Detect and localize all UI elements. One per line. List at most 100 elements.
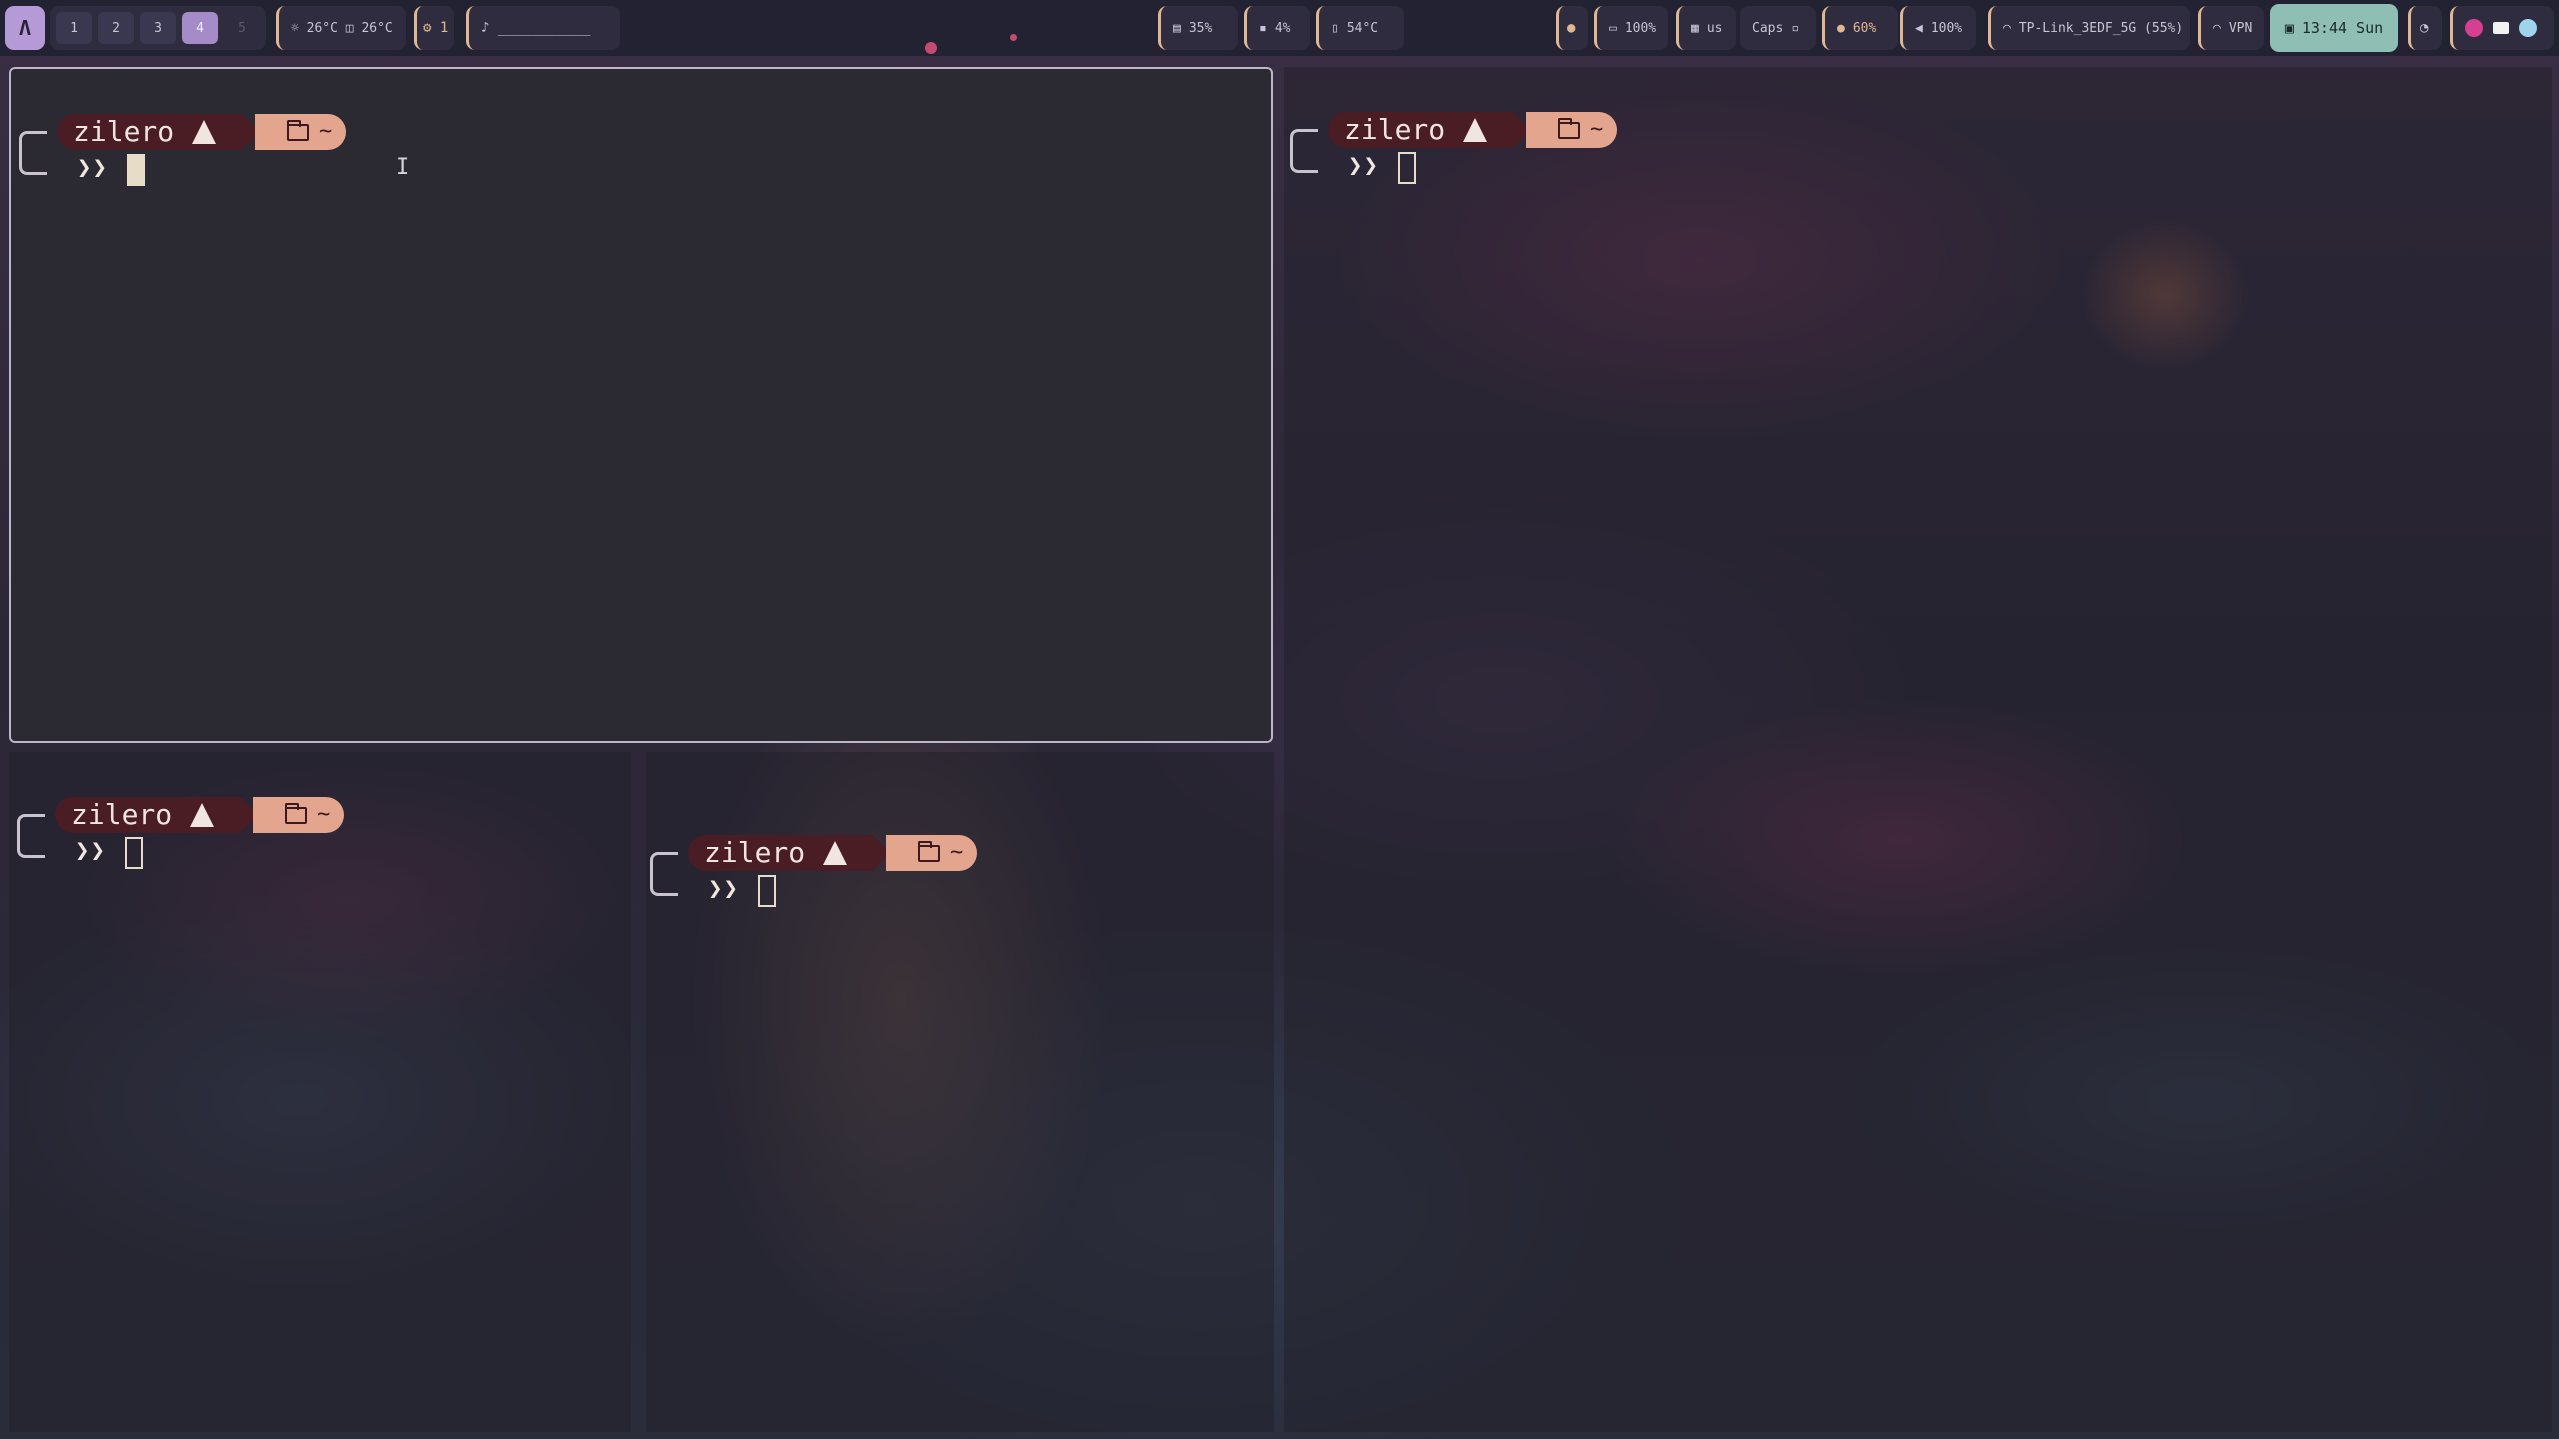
arch-logo-icon: Λ	[18, 16, 32, 40]
text-cursor	[758, 875, 776, 907]
prompt-directory: ~	[950, 840, 964, 865]
thermometer-icon: ▯	[1331, 20, 1339, 36]
notifications-widget[interactable]: ◔	[2408, 6, 2442, 50]
memory-value: 35%	[1188, 20, 1213, 36]
lock-icon: ▫	[1791, 20, 1800, 36]
battery-icon: ▭	[1609, 20, 1617, 36]
network-icon: ◠	[2213, 20, 2221, 36]
settings-tray-icon[interactable]	[2519, 19, 2537, 37]
text-cursor	[127, 154, 145, 186]
terminal-window-bottom-middle[interactable]: zilero ~ ❯❯	[646, 752, 1274, 1432]
keyboard-layout-widget[interactable]: ▦ us	[1676, 6, 1736, 50]
keyboard-layout-value: us	[1706, 20, 1723, 36]
prompt-directory: ~	[1590, 117, 1604, 142]
top-bar: Λ 1 2 3 4 5 ☼ 26°C ◫ 26°C ⚙ 1 ♪ ________…	[0, 0, 2559, 56]
workspace-4[interactable]: 4	[182, 12, 218, 44]
updates-count: ⚙ 1	[423, 20, 449, 36]
discord-tray-icon[interactable]	[2465, 19, 2483, 37]
volume-value: 100%	[1930, 20, 1963, 36]
terminal-window-right[interactable]: zilero ~ ❯❯	[1284, 67, 2552, 1432]
prompt-bracket	[650, 852, 678, 896]
prompt-directory: ~	[319, 119, 333, 144]
prompt-username: zilero	[71, 798, 173, 831]
wallpaper-dot	[925, 42, 937, 54]
prompt-dir-segment: ~	[255, 114, 347, 150]
brightness-widget[interactable]: ● 60%	[1822, 6, 1898, 50]
arch-logo-icon	[1463, 118, 1488, 142]
brightness-value: 60%	[1852, 20, 1877, 36]
prompt-user-segment: zilero	[57, 114, 261, 150]
vpn-label: VPN	[2228, 20, 2253, 36]
idle-inhibitor-widget[interactable]: ●	[1556, 6, 1588, 50]
battery-value: 100%	[1624, 20, 1657, 36]
prompt-user-segment: zilero	[688, 835, 892, 871]
volume-widget[interactable]: ◀ 100%	[1900, 6, 1976, 50]
updates-widget[interactable]: ⚙ 1	[414, 6, 454, 50]
cpu-value: 4%	[1274, 20, 1291, 36]
prompt-dir-segment: ~	[886, 835, 978, 871]
cpu-temp-value: 54°C	[1346, 20, 1379, 36]
workspace-2[interactable]: 2	[98, 12, 134, 44]
wallpaper-dot	[1010, 34, 1017, 41]
text-cursor	[1398, 152, 1416, 184]
keyboard-icon: ▦	[1691, 20, 1699, 36]
clock-widget[interactable]: ▣ 13:44 Sun	[2270, 4, 2398, 52]
caps-lock-widget: Caps ▫	[1740, 6, 1816, 50]
calendar-icon: ▣	[2284, 19, 2294, 37]
vpn-widget[interactable]: ◠ VPN	[2198, 6, 2264, 50]
folder-icon	[287, 119, 309, 141]
arch-logo-icon	[190, 803, 215, 827]
terminal-prompt: zilero ~ ❯❯	[1290, 105, 1650, 185]
prompt-dir-segment: ~	[253, 797, 345, 833]
memory-widget: ▤ 35%	[1158, 6, 1238, 50]
temperature-widget: ☼ 26°C ◫ 26°C	[276, 6, 406, 50]
prompt-username: zilero	[1344, 113, 1446, 146]
launcher-button[interactable]: Λ	[5, 6, 45, 50]
system-tray	[2450, 6, 2554, 50]
temperature-text: ☼ 26°C ◫ 26°C	[291, 20, 393, 36]
folder-icon	[1558, 117, 1580, 139]
workspace-3[interactable]: 3	[140, 12, 176, 44]
workspace-switcher: 1 2 3 4 5	[50, 6, 266, 50]
music-widget[interactable]: ♪ ___________	[466, 6, 620, 50]
terminal-window-bottom-left[interactable]: zilero ~ ❯❯	[9, 752, 631, 1432]
terminal-prompt: zilero ~ ❯❯	[19, 107, 379, 187]
prompt-bracket	[1290, 129, 1318, 173]
memory-icon: ▤	[1173, 20, 1181, 36]
arch-logo-icon	[823, 841, 848, 865]
prompt-username: zilero	[704, 836, 806, 869]
prompt-arrows: ❯❯	[77, 153, 108, 181]
prompt-directory: ~	[317, 802, 331, 827]
terminal-window-focused[interactable]: zilero ~ ❯❯ I	[9, 67, 1273, 743]
terminal-prompt: zilero ~ ❯❯	[650, 828, 1010, 908]
mouse-ibeam-cursor-icon: I	[396, 155, 410, 180]
folder-icon	[285, 802, 307, 824]
workspace-5[interactable]: 5	[224, 12, 260, 44]
cpu-widget: ▪ 4%	[1244, 6, 1310, 50]
prompt-arrows: ❯❯	[1348, 151, 1379, 179]
lightbulb-icon: ●	[1567, 20, 1576, 36]
prompt-arrows: ❯❯	[75, 836, 106, 864]
battery-widget: ▭ 100%	[1594, 6, 1668, 50]
wifi-value: TP-Link_3EDF_5G (55%)	[2018, 20, 2184, 36]
prompt-arrows: ❯❯	[708, 874, 739, 902]
prompt-bracket	[17, 814, 45, 858]
terminal-prompt: zilero ~ ❯❯	[17, 790, 377, 870]
prompt-username: zilero	[73, 115, 175, 148]
cpu-icon: ▪	[1259, 20, 1267, 36]
prompt-user-segment: zilero	[1328, 112, 1532, 148]
text-cursor	[125, 837, 143, 869]
telegram-tray-icon[interactable]	[2493, 22, 2509, 34]
arch-logo-icon	[192, 120, 217, 144]
clock-text: 13:44 Sun	[2301, 19, 2384, 37]
prompt-bracket	[19, 131, 47, 175]
prompt-dir-segment: ~	[1526, 112, 1618, 148]
music-text: ♪ ___________	[481, 20, 591, 36]
caps-label: Caps	[1752, 20, 1784, 36]
prompt-user-segment: zilero	[55, 797, 259, 833]
wifi-widget[interactable]: ◠ TP-Link_3EDF_5G (55%)	[1988, 6, 2190, 50]
cpu-temp-widget: ▯ 54°C	[1316, 6, 1404, 50]
brightness-icon: ●	[1837, 20, 1845, 36]
folder-icon	[918, 840, 940, 862]
workspace-1[interactable]: 1	[56, 12, 92, 44]
